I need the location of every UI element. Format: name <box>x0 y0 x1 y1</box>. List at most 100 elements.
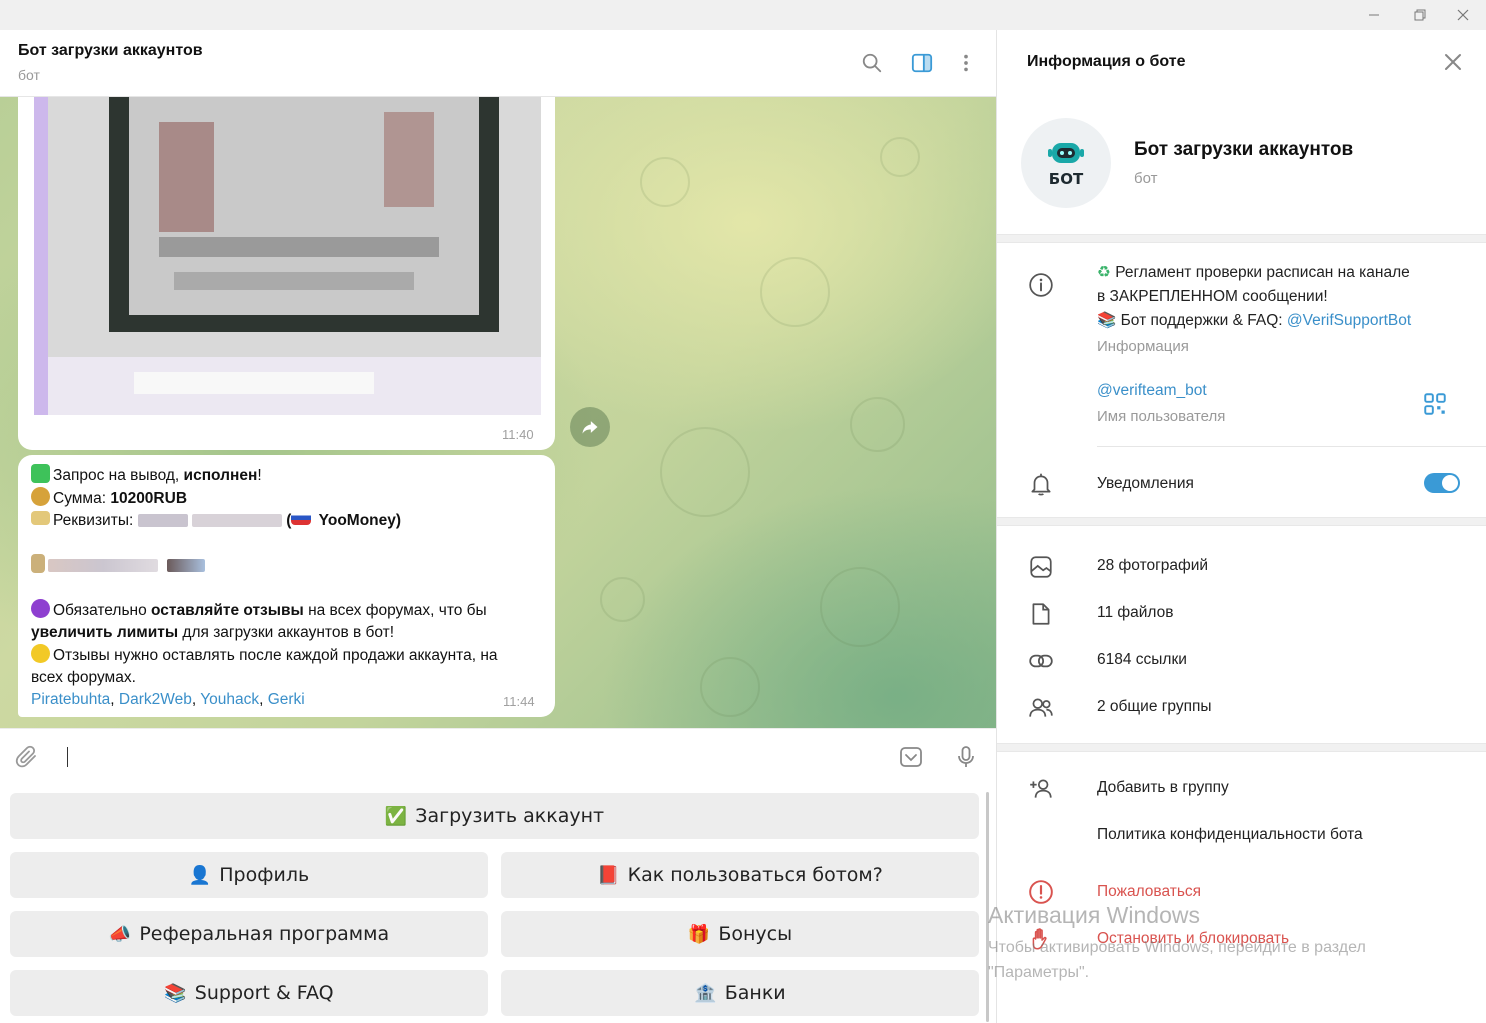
message-text: Обязательно <box>53 602 152 619</box>
windows-activation-watermark: Активация Windows <box>988 902 1200 928</box>
forum-link[interactable]: Gerki <box>268 691 305 708</box>
message-text-bold: YooMoney) <box>314 512 402 529</box>
link-icon <box>1027 647 1055 675</box>
referral-program-button[interactable]: 📣 Реферальная программа <box>10 911 488 957</box>
link-separator: , <box>191 691 201 708</box>
restore-icon[interactable] <box>1397 0 1443 30</box>
message-list[interactable]: 11:40 Запрос на вывод, исполнен! Сумма: … <box>0 97 996 728</box>
report-button[interactable]: Пожаловаться <box>1097 880 1201 904</box>
link-separator: , <box>259 691 268 708</box>
watermark-text: Чтобы активировать Windows, перейдите в … <box>988 939 1366 956</box>
message-text: Запрос на вывод, <box>53 467 184 484</box>
chat-pane: Бот загрузки аккаунтов бот 11:40 Запрос … <box>0 30 996 1023</box>
button-label: Банки <box>724 982 786 1004</box>
bot-type: бот <box>1134 170 1158 187</box>
check-mark-icon: ✅ <box>384 805 408 827</box>
avatar-label: БОТ <box>1048 170 1084 188</box>
money-bag-icon <box>31 487 50 506</box>
message-input[interactable] <box>67 747 68 767</box>
recycle-icon: ♻ <box>1097 264 1111 281</box>
russia-flag-icon <box>291 511 312 525</box>
support-faq-button[interactable]: 📚 Support & FAQ <box>10 970 488 1016</box>
close-icon[interactable] <box>1440 0 1486 30</box>
how-to-use-button[interactable]: 📕 Как пользоваться ботом? <box>501 852 979 898</box>
robot-icon <box>1048 143 1084 163</box>
bonuses-button[interactable]: 🎁 Бонусы <box>501 911 979 957</box>
sidebar-toggle-icon[interactable] <box>909 50 935 76</box>
message-line: увеличить лимиты для загрузки аккаунтов … <box>31 622 542 644</box>
wallpaper-doodle <box>760 257 830 327</box>
attach-icon[interactable] <box>13 743 41 771</box>
message-text: для загрузки аккаунтов в бот! <box>178 624 395 641</box>
file-icon <box>1027 600 1055 628</box>
chat-title[interactable]: Бот загрузки аккаунтов <box>18 42 203 60</box>
forum-link[interactable]: Piratebuhta <box>31 691 110 708</box>
support-bot-link[interactable]: @VerifSupportBot <box>1287 312 1411 329</box>
banks-button[interactable]: 🏦 Банки <box>501 970 979 1016</box>
section-divider <box>997 517 1486 526</box>
gift-icon: 🎁 <box>687 923 711 945</box>
wallpaper-doodle <box>880 137 920 177</box>
microphone-icon[interactable] <box>952 743 980 771</box>
forum-link[interactable]: Dark2Web <box>119 691 192 708</box>
bot-keyboard-toggle-icon[interactable] <box>897 743 925 771</box>
info-label: Информация <box>1097 338 1189 355</box>
bot-info-panel: Информация о боте БОТ Бот загрузки аккау… <box>996 30 1486 1023</box>
forum-link[interactable]: Youhack <box>200 691 259 708</box>
message-text: Отзывы нужно оставлять после каждой прод… <box>53 647 498 664</box>
message-line <box>31 532 542 554</box>
wallpaper-doodle <box>820 567 900 647</box>
message-time: 11:40 <box>502 427 534 442</box>
message-line <box>31 577 542 599</box>
button-label: Support & FAQ <box>194 982 334 1004</box>
message-text-bold: увеличить лимиты <box>31 624 179 641</box>
privacy-policy-button[interactable]: Политика конфиденциальности бота <box>1097 823 1363 847</box>
message-line: Реквизиты: ( YooMoney) <box>31 510 542 532</box>
upload-account-button[interactable]: ✅ Загрузить аккаунт <box>10 793 979 839</box>
qr-code-icon[interactable] <box>1421 390 1449 418</box>
minimize-icon[interactable] <box>1351 0 1397 30</box>
username-link[interactable]: @verifteam_bot <box>1097 379 1207 403</box>
more-vertical-icon[interactable] <box>953 50 979 76</box>
windows-activation-hint: Чтобы активировать Windows, перейдите в … <box>988 935 1458 985</box>
message-line: Запрос на вывод, исполнен! <box>31 464 542 487</box>
message-line: всех форумах. <box>31 667 542 689</box>
wallpaper-doodle <box>660 427 750 517</box>
close-icon[interactable] <box>1441 50 1467 76</box>
links-count[interactable]: 6184 ссылки <box>1097 648 1187 672</box>
section-divider <box>997 234 1486 243</box>
search-icon[interactable] <box>859 50 885 76</box>
forward-icon[interactable] <box>570 407 610 447</box>
button-label: Реферальная программа <box>139 923 390 945</box>
message-line <box>31 554 542 577</box>
link-separator: , <box>110 691 119 708</box>
message-text: всех форумах. <box>31 669 136 686</box>
message-composer <box>0 728 996 784</box>
chat-header: Бот загрузки аккаунтов бот <box>0 30 996 97</box>
avatar[interactable]: БОТ <box>1021 118 1111 208</box>
books-icon: 📚 <box>1097 312 1117 329</box>
button-label: Профиль <box>219 864 310 886</box>
blurred-photo[interactable] <box>34 97 541 415</box>
message-time: 11:44 <box>503 694 535 709</box>
wallpaper-doodle <box>600 577 645 622</box>
files-count[interactable]: 11 файлов <box>1097 601 1174 625</box>
profile-button[interactable]: 👤 Профиль <box>10 852 488 898</box>
photo-icon <box>1027 553 1055 581</box>
section-divider <box>997 743 1486 752</box>
message-text-bold: 10200RUB <box>110 490 188 507</box>
wallpaper-doodle <box>640 157 690 207</box>
redacted-text <box>191 514 282 528</box>
message-line: Сумма: 10200RUB <box>31 487 542 510</box>
message-line: Обязательно оставляйте отзывы на всех фо… <box>31 599 542 622</box>
bank-icon: 🏦 <box>694 982 717 1004</box>
withdrawal-message[interactable]: Запрос на вывод, исполнен! Сумма: 10200R… <box>18 455 555 717</box>
window-titlebar <box>0 0 1486 30</box>
photos-count[interactable]: 28 фотографий <box>1097 554 1208 578</box>
notifications-toggle[interactable] <box>1424 473 1460 493</box>
common-groups-count[interactable]: 2 общие группы <box>1097 695 1212 719</box>
photo-message[interactable]: 11:40 <box>18 97 555 450</box>
add-to-group-button[interactable]: Добавить в группу <box>1097 776 1229 800</box>
redacted-text <box>137 514 188 528</box>
add-user-icon <box>1027 775 1055 803</box>
